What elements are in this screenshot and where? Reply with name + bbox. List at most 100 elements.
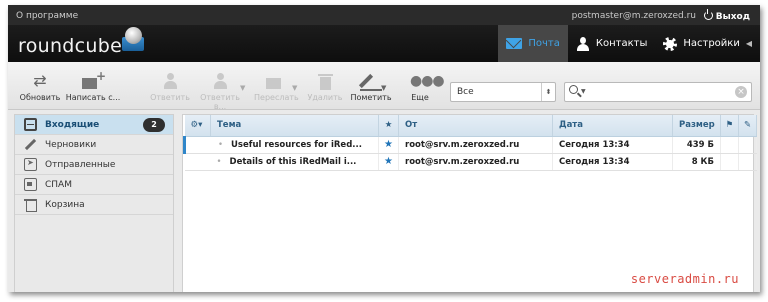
reply-all-button[interactable]: Ответить в... xyxy=(194,72,246,111)
main-nav: Почта Контакты Настройки ◀ xyxy=(498,25,760,62)
refresh-icon: ⇄ xyxy=(33,71,47,90)
thread-dot-icon: • xyxy=(218,139,224,150)
star-icon[interactable]: ★ xyxy=(378,153,399,171)
message-subject: • Useful resources for iRed... xyxy=(183,136,379,154)
list-header-row: ⚙▾ Тема ★ От Дата Размер ⚑ ✎ xyxy=(184,115,757,137)
more-label: Еще xyxy=(411,93,429,102)
logo-ball-icon xyxy=(125,27,142,44)
more-button[interactable]: ●●● Еще xyxy=(406,72,445,102)
nav-mail-label: Почта xyxy=(528,38,560,49)
thread-dot-icon: • xyxy=(216,156,222,167)
refresh-button[interactable]: ⇄ Обновить xyxy=(18,71,62,103)
mark-dropdown-icon[interactable]: ▼ xyxy=(381,84,386,92)
attachment-cell xyxy=(738,153,757,171)
column-attachment-icon[interactable]: ✎ xyxy=(738,115,757,137)
subject-text: Details of this iRedMail i... xyxy=(229,156,357,167)
nav-settings[interactable]: Настройки ◀ xyxy=(655,25,760,62)
about-link[interactable]: О программе xyxy=(16,11,78,21)
gear-icon xyxy=(663,36,678,51)
table-row[interactable]: • Useful resources for iRed... ★ root@srv… xyxy=(183,136,757,154)
attachment-cell xyxy=(738,136,757,154)
table-row[interactable]: • Details of this iRedMail i... ★ root@sr… xyxy=(184,153,757,171)
username: postmaster@m.zeroxzed.ru xyxy=(571,11,696,21)
list-options-menu[interactable]: ⚙▾ xyxy=(184,115,211,137)
forward-button[interactable]: Переслать xyxy=(254,72,299,102)
chevron-left-icon: ◀ xyxy=(745,39,752,48)
folder-drafts[interactable]: Черновики xyxy=(15,135,173,155)
folder-label: Входящие xyxy=(45,120,100,130)
trash-icon xyxy=(24,198,37,212)
folder-trash[interactable]: Корзина xyxy=(15,195,173,215)
star-icon[interactable]: ★ xyxy=(378,136,399,154)
search-input[interactable] xyxy=(591,85,731,99)
refresh-label: Обновить xyxy=(19,93,61,102)
folder-inbox[interactable]: Входящие 2 xyxy=(15,115,173,135)
nav-contacts-label: Контакты xyxy=(595,38,648,49)
watermark: serveradmin.ru xyxy=(630,272,739,286)
column-subject[interactable]: Тема xyxy=(210,115,379,137)
reply-all-icon xyxy=(211,72,229,90)
unread-count-badge: 2 xyxy=(143,118,165,132)
reply-icon xyxy=(161,72,179,90)
trash-icon xyxy=(318,72,333,90)
top-line: О программе postmaster@m.zeroxzed.ru Вых… xyxy=(8,5,760,25)
message-date: Сегодня 13:34 xyxy=(552,153,673,171)
compose-button[interactable]: Написать с... xyxy=(64,69,122,102)
roundcube-window: О программе postmaster@m.zeroxzed.ru Вых… xyxy=(8,5,760,292)
column-from[interactable]: От xyxy=(398,115,553,137)
message-size: 8 КБ xyxy=(672,153,721,171)
clear-search-icon[interactable]: × xyxy=(735,86,747,98)
flag-cell[interactable] xyxy=(720,153,739,171)
delete-label: Удалить xyxy=(307,93,343,102)
nav-mail[interactable]: Почта xyxy=(498,25,568,62)
folder-list: Входящие 2 Черновики Отправленные СПАМ К… xyxy=(14,114,174,292)
mail-icon xyxy=(506,38,523,49)
column-flag-icon[interactable]: ⚑ xyxy=(720,115,739,137)
subject-text: Useful resources for iRed... xyxy=(231,139,362,150)
sent-icon xyxy=(24,158,37,171)
spam-icon xyxy=(24,178,37,191)
delete-button[interactable]: Удалить xyxy=(306,72,344,102)
search-options-icon[interactable]: ▼ xyxy=(581,88,586,95)
folder-label: Корзина xyxy=(45,200,85,210)
forward-icon xyxy=(266,72,284,90)
filter-value: Все xyxy=(457,87,474,97)
folder-sent[interactable]: Отправленные xyxy=(15,155,173,175)
folder-label: СПАМ xyxy=(45,180,72,190)
drafts-icon xyxy=(24,138,37,151)
logo-text: roundcube xyxy=(18,35,123,57)
reply-all-label: Ответить в... xyxy=(200,93,240,111)
filter-select[interactable]: Все ⬍ xyxy=(450,82,556,102)
compose-label: Написать с... xyxy=(65,93,121,102)
message-list: ⚙▾ Тема ★ От Дата Размер ⚑ ✎ • Useful res… xyxy=(182,114,757,292)
message-from: root@srv.m.zeroxzed.ru xyxy=(398,153,553,171)
column-size[interactable]: Размер xyxy=(672,115,721,137)
contacts-icon xyxy=(576,36,590,51)
mark-label: Пометить xyxy=(350,93,392,102)
forward-label: Переслать xyxy=(254,93,299,102)
search-icon[interactable] xyxy=(569,85,578,94)
folder-spam[interactable]: СПАМ xyxy=(15,175,173,195)
header-bar: roundcube Почта Контакты Настройки ◀ xyxy=(8,25,760,62)
reply-all-dropdown-icon[interactable]: ▼ xyxy=(240,84,245,92)
column-date[interactable]: Дата xyxy=(552,115,673,137)
reply-button[interactable]: Ответить xyxy=(150,72,190,102)
message-size: 439 Б xyxy=(672,136,721,154)
more-dots-icon: ●●● xyxy=(410,73,445,89)
power-icon xyxy=(703,9,713,20)
forward-dropdown-icon[interactable]: ▼ xyxy=(292,84,297,92)
logout-button[interactable]: Выход xyxy=(703,9,750,22)
message-date: Сегодня 13:34 xyxy=(552,136,673,154)
flag-cell[interactable] xyxy=(720,136,739,154)
nav-contacts[interactable]: Контакты xyxy=(568,25,655,62)
message-subject: • Details of this iRedMail i... xyxy=(184,153,379,171)
reply-label: Ответить xyxy=(150,93,190,102)
toolbar: ⇄ Обновить Написать с... Ответить Ответи… xyxy=(8,62,760,111)
folder-label: Отправленные xyxy=(45,160,116,170)
search-box: ▼ × xyxy=(564,82,752,102)
pen-icon xyxy=(360,72,382,91)
message-table: ⚙▾ Тема ★ От Дата Размер ⚑ ✎ • Useful res… xyxy=(183,115,757,171)
nav-settings-label: Настройки xyxy=(683,38,740,49)
column-flag-star-icon[interactable]: ★ xyxy=(378,115,399,137)
compose-icon xyxy=(82,69,106,90)
